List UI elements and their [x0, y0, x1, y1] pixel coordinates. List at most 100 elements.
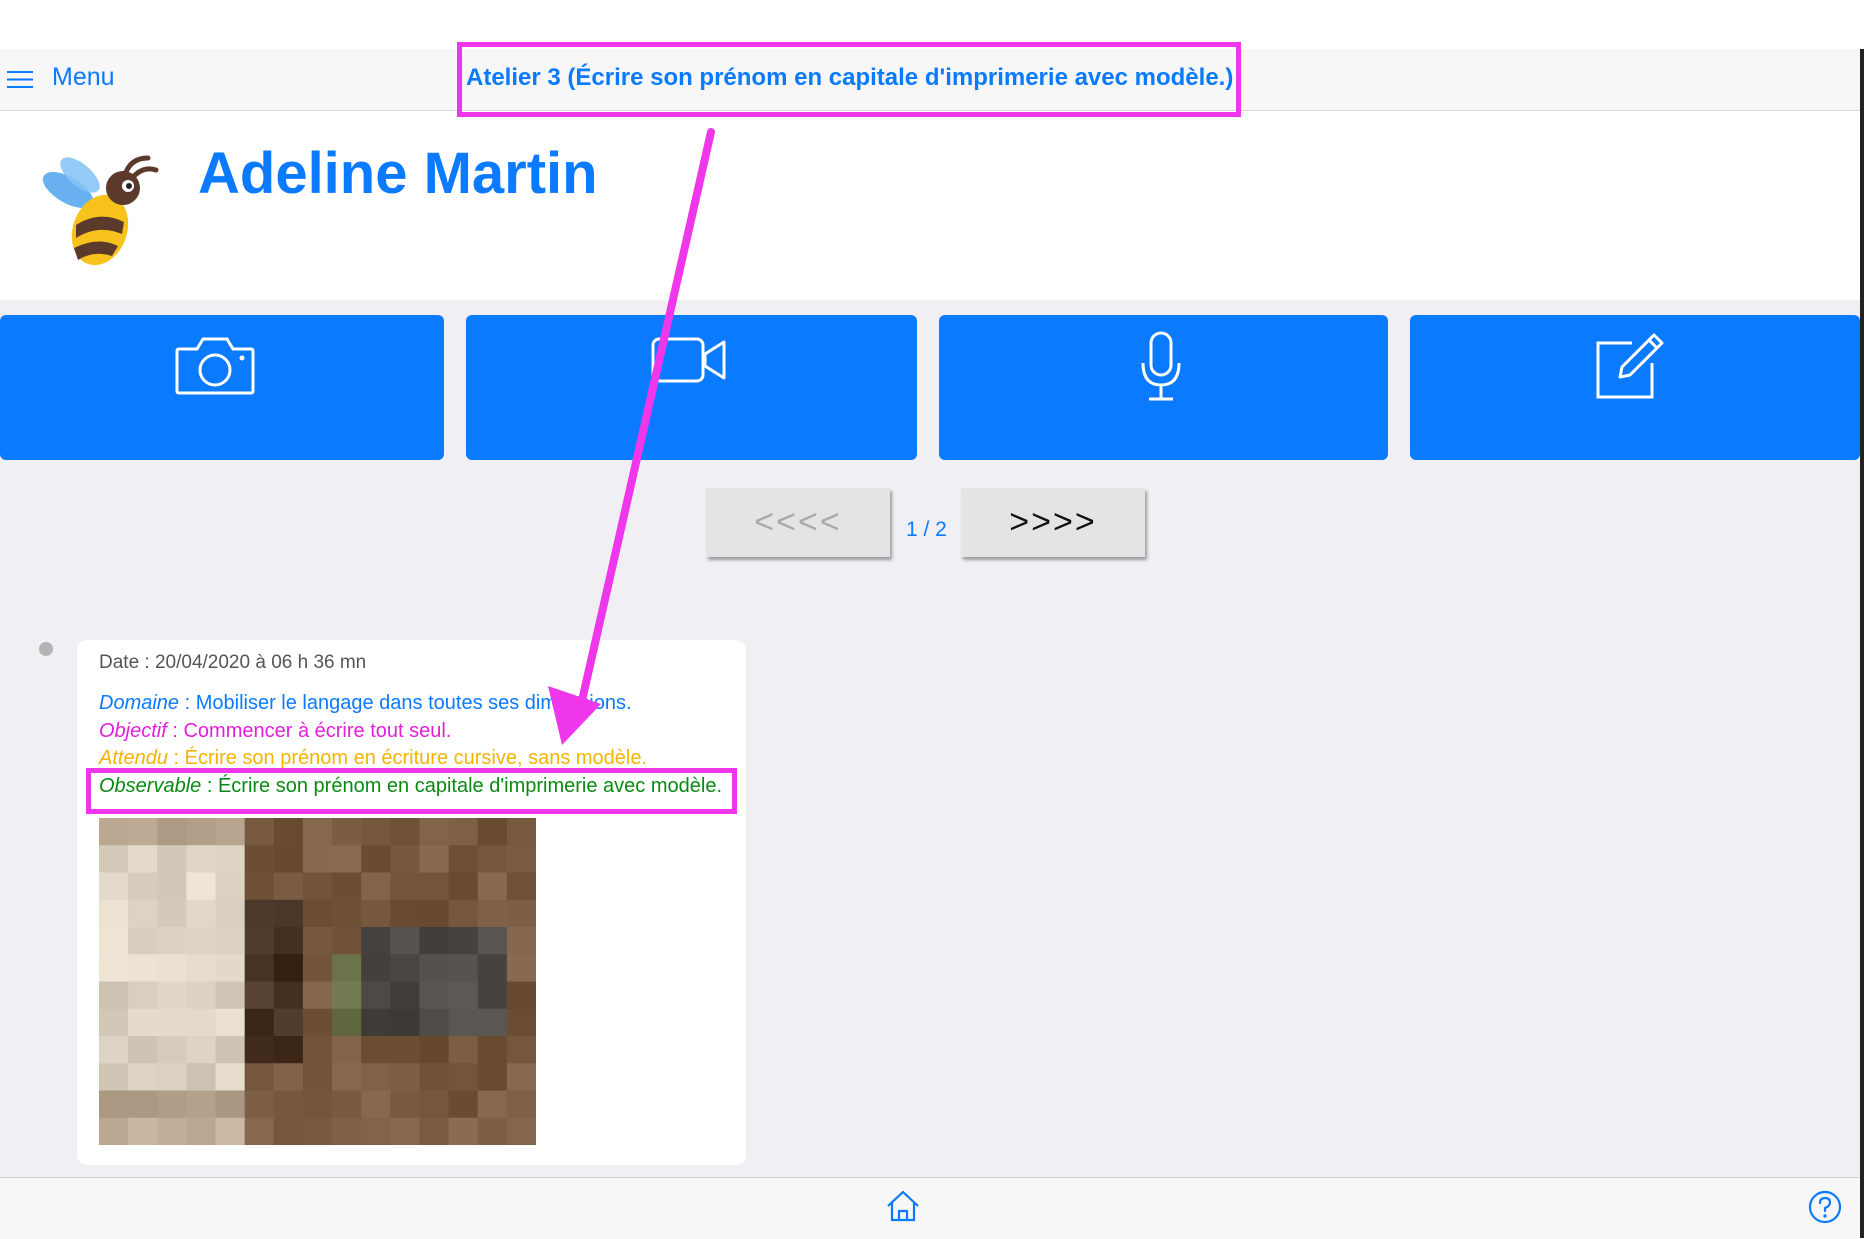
photo-tile [419, 1090, 450, 1119]
domaine-value: : Mobiliser le langage dans toutes ses d… [179, 692, 632, 714]
photo-tile [506, 981, 536, 1010]
audio-button[interactable] [939, 315, 1388, 460]
photo-tile [273, 1036, 304, 1064]
photo-tile [419, 1008, 450, 1037]
photo-tile [361, 845, 391, 874]
photo-tile [99, 818, 129, 846]
photo-tile [302, 981, 333, 1010]
photo-tile [244, 1063, 275, 1092]
photo-tile [361, 954, 391, 983]
photo-tile [157, 1117, 187, 1145]
photo-tile [477, 1117, 508, 1145]
photo-tile [448, 1117, 479, 1145]
photo-tile [361, 899, 391, 928]
photo-tile [244, 818, 275, 846]
hamburger-menu-icon[interactable] [7, 70, 33, 89]
photo-tile [273, 1090, 304, 1119]
photo-tile [448, 954, 479, 983]
photo-tile [157, 1090, 187, 1119]
photo-tile [477, 1036, 508, 1064]
photo-tile [186, 1036, 217, 1064]
photo-tile [99, 1090, 129, 1119]
objectif-value: : Commencer à écrire tout seul. [166, 720, 452, 742]
photo-button[interactable] [0, 315, 444, 460]
photo-tile [186, 1117, 217, 1145]
previous-page-button[interactable]: <<<< [706, 488, 890, 557]
photo-tile [477, 1090, 508, 1119]
photo-tile [390, 1008, 421, 1037]
photo-tile [215, 1117, 246, 1145]
objectif-key: Objectif [99, 720, 167, 742]
photo-tile [419, 818, 450, 846]
photo-tile [332, 1036, 362, 1064]
observation-photo[interactable] [99, 818, 536, 1145]
menu-button[interactable]: Menu [52, 62, 115, 92]
photo-tile [99, 954, 129, 983]
photo-tile [332, 818, 362, 846]
photo-tile [128, 927, 158, 955]
photo-tile [99, 1036, 129, 1064]
observable-highlight-box [86, 768, 737, 814]
bottom-bar [0, 1177, 1860, 1239]
photo-tile [506, 954, 536, 983]
photo-tile [244, 927, 275, 955]
bee-icon [42, 155, 159, 266]
photo-tile [186, 818, 217, 846]
photo-tile [215, 1008, 246, 1037]
help-icon[interactable] [1808, 1190, 1842, 1224]
photo-tile [477, 981, 508, 1010]
photo-tile [128, 1090, 158, 1119]
photo-tile [157, 981, 187, 1010]
photo-tile [99, 1117, 129, 1145]
photo-tile [448, 927, 479, 955]
photo-tile [244, 872, 275, 901]
photo-tile [273, 1063, 304, 1092]
photo-tile [332, 1063, 362, 1092]
photo-tile [419, 1063, 450, 1092]
photo-tile [419, 845, 450, 874]
photo-tile [128, 1008, 158, 1037]
photo-tile [302, 1008, 333, 1037]
photo-tile [128, 1036, 158, 1064]
photo-tile [215, 1036, 246, 1064]
note-button[interactable] [1410, 315, 1860, 460]
photo-tile [99, 845, 129, 874]
photo-tile [157, 872, 187, 901]
photo-tile [332, 1008, 362, 1037]
title-highlight-box [457, 42, 1241, 117]
photo-tile [302, 1036, 333, 1064]
attendu-key: Attendu [99, 747, 168, 769]
photo-tile [477, 1063, 508, 1092]
photo-tile [448, 1036, 479, 1064]
photo-tile [244, 1090, 275, 1119]
photo-tile [99, 1063, 129, 1092]
domaine-line: Domaine : Mobiliser le langage dans tout… [99, 690, 632, 716]
photo-tile [477, 899, 508, 928]
photo-tile [128, 899, 158, 928]
photo-tile [302, 1090, 333, 1119]
photo-tile [302, 1117, 333, 1145]
photo-tile [332, 1117, 362, 1145]
next-page-button[interactable]: >>>> [961, 488, 1145, 557]
photo-tile [332, 981, 362, 1010]
video-button[interactable] [466, 315, 917, 460]
photo-tile [390, 872, 421, 901]
photo-tile [390, 899, 421, 928]
photo-tile [390, 1063, 421, 1092]
photo-tile [390, 954, 421, 983]
photo-tile [186, 1090, 217, 1119]
photo-tile [332, 1090, 362, 1119]
photo-tile [506, 1063, 536, 1092]
photo-tile [157, 845, 187, 874]
photo-tile [419, 927, 450, 955]
photo-tile [390, 927, 421, 955]
photo-tile [390, 1090, 421, 1119]
observation-date: Date : 20/04/2020 à 06 h 36 mn [99, 652, 367, 673]
photo-tile [186, 981, 217, 1010]
photo-tile [448, 1008, 479, 1037]
photo-tile [390, 1036, 421, 1064]
home-icon[interactable] [886, 1190, 920, 1222]
photo-tile [448, 845, 479, 874]
domaine-key: Domaine [99, 692, 180, 714]
photo-tile [332, 927, 362, 955]
